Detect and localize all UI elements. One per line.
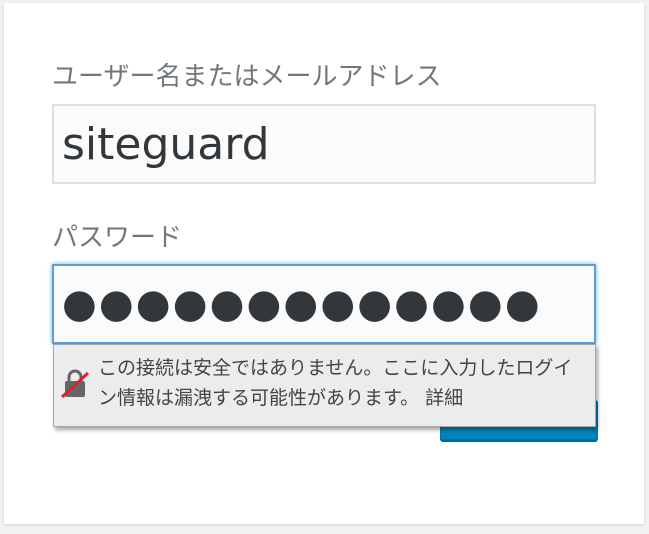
warning-message: この接続は安全ではありません。ここに入力したログイン情報は漏洩する可能性がありま…	[98, 357, 573, 409]
password-input[interactable]	[52, 264, 596, 344]
username-input[interactable]	[52, 104, 596, 184]
details-link[interactable]: 詳細	[425, 387, 463, 409]
insecure-connection-warning: この接続は安全ではありません。ここに入力したログイン情報は漏洩する可能性がありま…	[53, 344, 596, 427]
password-label: パスワード	[52, 223, 183, 253]
username-label: ユーザー名またはメールアドレス	[52, 62, 442, 92]
insecure-lock-icon	[60, 369, 90, 399]
